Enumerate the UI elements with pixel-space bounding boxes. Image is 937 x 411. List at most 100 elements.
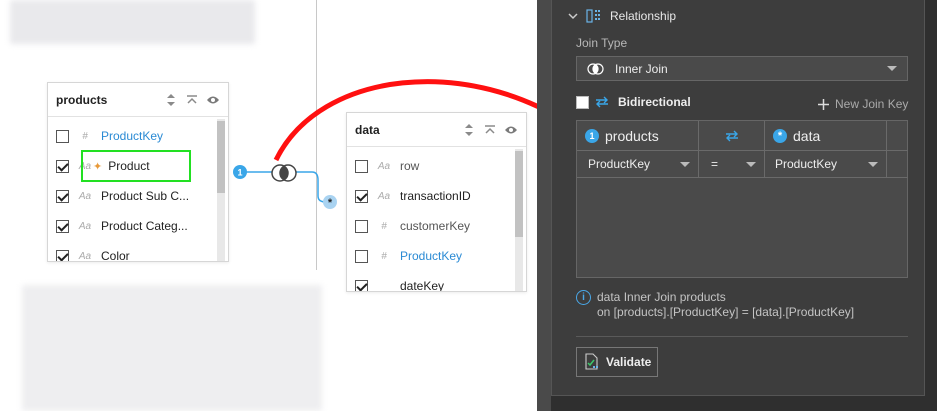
grid-header-left-table: products [605,127,659,144]
field-name: ProductKey [101,129,164,143]
field-row[interactable]: Aa Color [48,241,214,262]
collapse-icon[interactable] [483,123,497,137]
field-checkbox[interactable] [56,189,69,203]
field-row[interactable]: # customerKey [347,211,512,241]
dropdown-caret-icon [746,161,756,167]
field-checkbox[interactable] [355,249,368,263]
field-checkbox[interactable] [355,189,368,203]
grid-header-swap[interactable] [699,121,765,151]
join-type-value: Inner Join [615,61,668,76]
connector-badge-one-label: 1 [237,168,242,178]
operator-value: = [711,157,719,171]
validate-label: Validate [606,355,652,369]
field-checkbox[interactable] [355,279,368,291]
grid-header-many-badge: * [773,128,787,143]
field-name: row [400,159,420,173]
swap-icon[interactable] [725,130,739,142]
dropdown-caret-icon [868,161,878,167]
products-table-title: products [56,92,108,107]
sort-icon[interactable] [462,123,476,137]
field-name: customerKey [400,219,471,233]
products-table-header: products [48,83,228,117]
blurred-table-top [10,0,255,44]
new-join-key-button[interactable]: New Join Key [818,97,908,111]
field-type-icon: # [82,130,88,142]
field-checkbox[interactable] [56,219,69,233]
bidirectional-label: Bidirectional [618,95,691,109]
canvas-divider [316,0,317,270]
field-name: ProductKey [400,249,463,263]
field-row[interactable]: # ProductKey [48,121,214,151]
field-name: dateKey [400,279,445,292]
inner-join-icon [587,62,605,75]
right-key-dropdown[interactable]: ProductKey [765,151,887,178]
field-row[interactable]: # ProductKey [347,241,512,271]
connector-badge-many-label: * [328,197,333,209]
grid-header-left: 1 products [577,121,699,151]
field-type-icon: Aa [377,190,391,202]
bidirectional-checkbox[interactable] [576,95,589,109]
join-keys-grid: 1 products * data ProductKey = ProductKe… [576,120,908,278]
relationship-icon [586,8,602,24]
left-key-value: ProductKey [588,157,651,171]
field-name: transactionID [400,189,471,203]
field-type-icon: Aa [78,190,92,202]
field-row[interactable]: Aa Product Sub C... [48,181,214,211]
connector-badge-one [233,165,247,179]
products-scroll-thumb[interactable] [217,121,225,193]
validate-icon [584,353,600,371]
relationship-panel: Relationship Join Type Inner Join Bidire… [551,0,925,396]
sort-icon[interactable] [164,93,178,107]
join-summary: i data Inner Join products on [products]… [576,290,854,320]
section-header[interactable]: Relationship [568,8,676,24]
grid-header-filler [887,121,908,151]
chevron-down-icon[interactable] [568,12,580,20]
new-join-key-label: New Join Key [835,97,909,111]
field-name: Product Sub C... [101,189,190,203]
data-table-title: data [355,122,380,137]
collapse-icon[interactable] [185,93,199,107]
join-summary-line1: data Inner Join products [597,290,726,304]
field-row[interactable]: Aa Product Categ... [48,211,214,241]
model-canvas: products # ProductKey Aa ✦ Product Aa Product … [0,0,537,411]
field-type-icon: Aa [78,220,92,232]
dropdown-caret-icon [887,66,897,71]
field-row[interactable]: Aa row [347,151,512,181]
dropdown-caret-icon [680,161,690,167]
field-checkbox[interactable] [56,159,69,173]
field-type-icon: Aa [377,160,391,172]
join-type-label: Join Type [576,36,628,50]
operator-dropdown[interactable]: = [699,151,765,178]
join-summary-line2: on [products].[ProductKey] = [data].[Pro… [597,305,855,319]
right-key-value: ProductKey [775,157,838,171]
join-type-dropdown[interactable]: Inner Join [576,56,908,81]
panel-divider [576,336,908,337]
plus-icon [818,98,829,110]
grid-row-filler [887,151,908,178]
field-checkbox[interactable] [355,159,368,173]
field-type-icon: Aa [78,250,92,262]
data-table-header: data [347,113,526,147]
connector-badge-many [323,195,337,209]
eye-icon[interactable] [504,123,518,137]
field-row[interactable]: dateKey [347,271,512,292]
validate-button[interactable]: Validate [576,347,658,377]
field-checkbox[interactable] [56,249,69,261]
bidirectional-toggle[interactable]: Bidirectional [576,95,691,109]
field-checkbox[interactable] [56,129,69,143]
info-icon: i [576,290,591,305]
field-type-icon: # [381,250,387,262]
field-row[interactable]: Aa transactionID [347,181,512,211]
eye-icon[interactable] [206,93,220,107]
inner-join-icon [271,164,297,182]
grid-header-right: * data [765,121,887,151]
pane-scroll-track [537,0,551,411]
section-title: Relationship [610,9,677,23]
field-checkbox[interactable] [355,219,368,233]
data-table[interactable]: data Aa row Aa transactionID # customerKey # Pr… [346,112,527,292]
connector-line [240,171,327,203]
bidirectional-icon [594,96,610,108]
data-scroll-thumb[interactable] [515,151,523,237]
field-name: Color [101,249,130,262]
left-key-dropdown[interactable]: ProductKey [577,151,699,178]
